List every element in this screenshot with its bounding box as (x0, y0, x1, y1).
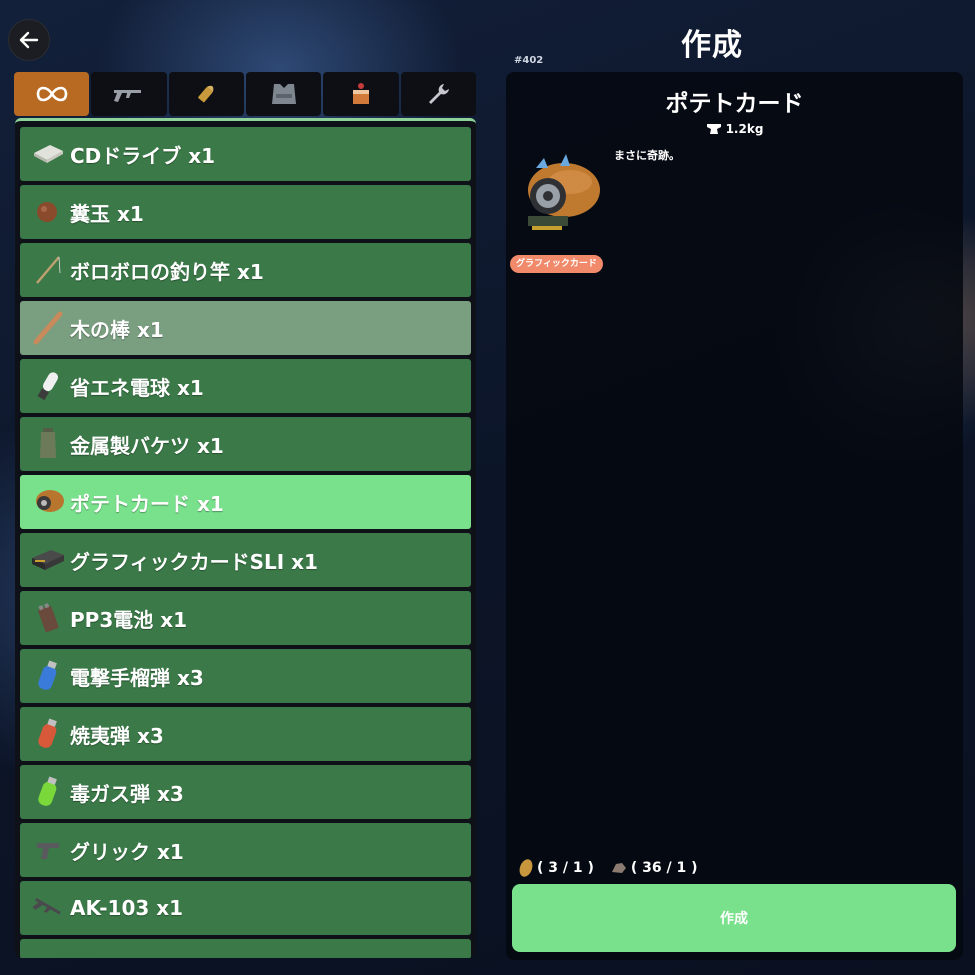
stick-icon (28, 308, 68, 348)
list-item[interactable]: AK-103 x1 (20, 881, 471, 935)
list-item[interactable]: CDドライブ x1 (20, 127, 471, 181)
item-label: 木の棒 x1 (70, 317, 164, 342)
list-item[interactable]: 糞玉 x1 (20, 185, 471, 239)
tab-tools[interactable] (400, 72, 476, 116)
item-label: 糞玉 x1 (70, 201, 144, 226)
item-label: ボロボロの釣り竿 x1 (70, 259, 264, 284)
item-label: 金属製バケツ x1 (70, 433, 224, 458)
battery-icon (28, 598, 68, 638)
item-label: PP3電池 x1 (70, 607, 188, 632)
cake-icon (352, 83, 369, 104)
list-item[interactable]: 木の棒 x1 (20, 301, 471, 355)
requirement: ( 36 / 1 ) (610, 860, 698, 876)
tab-all[interactable] (14, 72, 90, 116)
item-label: 焼夷弾 x3 (70, 723, 164, 748)
item-label: 電撃手榴弾 x3 (70, 665, 204, 690)
requirement: ( 3 / 1 ) (518, 858, 594, 878)
page-title: 作成 (681, 28, 743, 63)
item-title: ポテトカード (665, 91, 804, 117)
wrench-icon (429, 84, 450, 104)
list-item[interactable]: 金属製バケツ x1 (20, 417, 471, 471)
list-item[interactable]: 電撃手榴弾 x3 (20, 649, 471, 703)
item-label: 毒ガス弾 x3 (70, 781, 184, 806)
list-item[interactable]: 毒ガス弾 x3 (20, 765, 471, 819)
gas-grenade-icon (28, 772, 68, 812)
pistol-icon (28, 830, 68, 870)
item-label: CDドライブ x1 (70, 143, 216, 168)
item-description: まさに奇跡。 (614, 149, 680, 162)
requirement-count: ( 36 / 1 ) (630, 860, 698, 876)
list-item[interactable]: PP3電池 x1 (20, 591, 471, 645)
recipe-id-label: #402 (514, 55, 544, 66)
bucket-icon (28, 424, 68, 464)
list-item[interactable] (20, 939, 471, 958)
item-image (514, 144, 604, 244)
infinity-icon (36, 86, 67, 102)
item-list-panel[interactable]: CDドライブ x1 糞玉 x1 ボロボロの釣り竿 x1 木の棒 x1 省エネ電球… (15, 118, 476, 958)
vest-icon (271, 84, 296, 104)
gpu-sli-icon (28, 540, 68, 580)
tab-weapons[interactable] (91, 72, 167, 116)
item-label: ポテトカード x1 (70, 491, 224, 516)
incendiary-grenade-icon (28, 714, 68, 754)
tab-food[interactable] (323, 72, 399, 116)
category-tag: グラフィックカード (510, 255, 603, 273)
rifle-icon (113, 90, 141, 102)
item-label: グラフィックカードSLI x1 (70, 549, 318, 574)
item-weight: 1.2kg (506, 122, 963, 136)
requirement-count: ( 3 / 1 ) (537, 860, 594, 876)
bulb-icon (28, 366, 68, 406)
craft-button[interactable]: 作成 (512, 884, 956, 952)
cd-drive-icon (28, 134, 68, 174)
bullet-icon (198, 85, 214, 103)
item-detail-panel: ポテトカード 1.2kg グラフィックカード まさに奇跡。 ( 3 / 1 ) … (506, 72, 963, 960)
graphics-card-icon (28, 482, 68, 522)
shock-grenade-icon (28, 656, 68, 696)
item-label: グリック x1 (70, 839, 184, 864)
category-tabs (14, 72, 476, 116)
graphics-card-icon (528, 154, 600, 230)
weight-value: 1.2kg (725, 122, 764, 136)
list-item[interactable]: ボロボロの釣り竿 x1 (20, 243, 471, 297)
tab-ammo[interactable] (168, 72, 244, 116)
list-item[interactable]: グラフィックカードSLI x1 (20, 533, 471, 587)
list-item[interactable]: 焼夷弾 x3 (20, 707, 471, 761)
arrow-left-icon (19, 31, 39, 49)
rifle-icon (28, 888, 68, 928)
list-item[interactable]: 省エネ電球 x1 (20, 359, 471, 413)
anvil-icon (706, 124, 721, 134)
item-list: CDドライブ x1 糞玉 x1 ボロボロの釣り竿 x1 木の棒 x1 省エネ電球… (20, 127, 471, 958)
potato-icon (519, 859, 533, 877)
scrap-icon (611, 863, 626, 873)
tab-armor[interactable] (245, 72, 322, 116)
list-item[interactable]: ポテトカード x1 (20, 475, 471, 529)
back-button[interactable] (8, 19, 50, 61)
list-item[interactable]: グリック x1 (20, 823, 471, 877)
ball-icon (28, 192, 68, 232)
fishing-rod-icon (28, 250, 68, 290)
item-label: AK-103 x1 (70, 896, 184, 920)
item-label: 省エネ電球 x1 (70, 375, 204, 400)
requirements: ( 3 / 1 ) ( 36 / 1 ) (518, 858, 698, 878)
